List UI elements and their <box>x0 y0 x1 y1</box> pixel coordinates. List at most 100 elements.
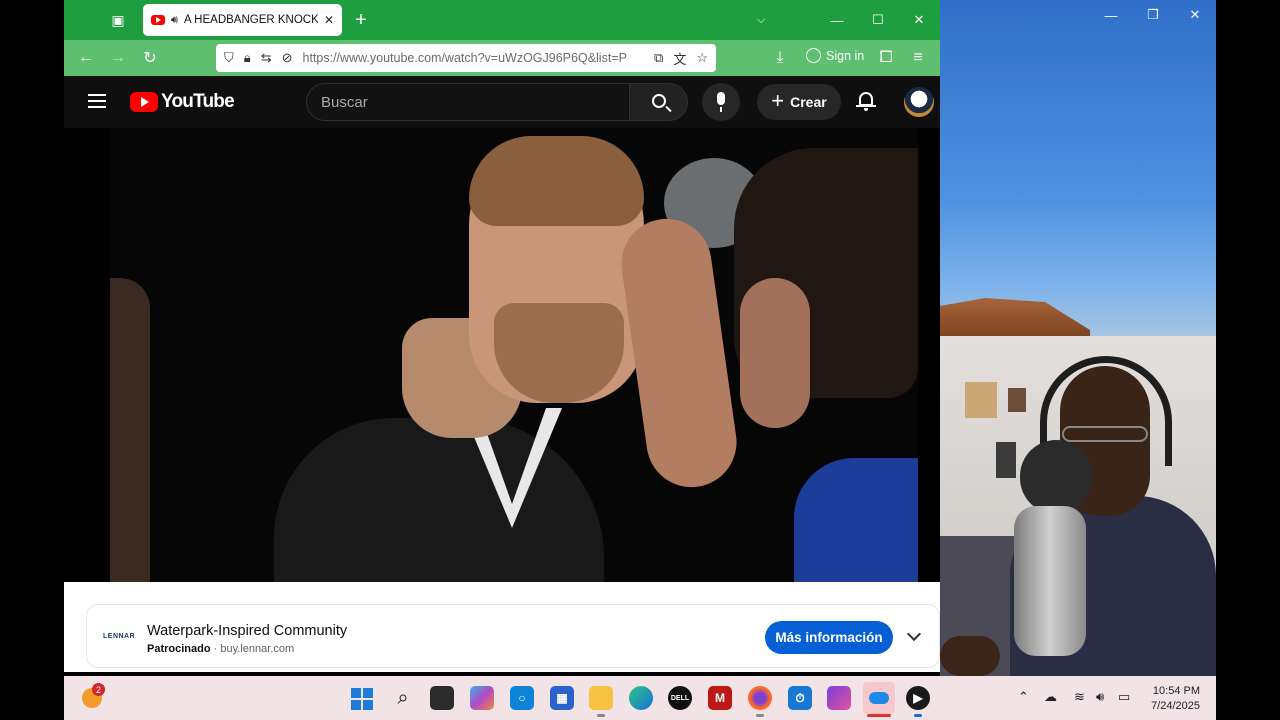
browser-window: ▣ 🔊︎ A HEADBANGER KNOCKOUT ✕ + ⌵ — ☐ ✕ ←… <box>64 0 940 672</box>
chevron-down-icon[interactable] <box>906 626 922 642</box>
webcam-overlay <box>940 336 1216 676</box>
video-left-figure <box>110 278 150 582</box>
alarm-icon[interactable]: ⏱ <box>788 686 812 710</box>
firefox-active-indicator <box>756 714 764 717</box>
translate-icon[interactable]: 文 <box>673 49 686 68</box>
voice-search-button[interactable] <box>702 83 740 121</box>
tab-overview-icon[interactable]: ▣ <box>108 10 128 30</box>
fighter-shirt <box>274 418 604 582</box>
slapper-shirt <box>794 458 918 582</box>
onedrive-active-indicator <box>867 714 891 717</box>
wall-photo <box>1008 388 1026 412</box>
slapper-face <box>740 278 810 428</box>
fighter-hair <box>469 136 644 226</box>
account-icon <box>806 48 821 63</box>
file-explorer-icon[interactable] <box>589 686 613 710</box>
desktop-window-controls: — ❐ ✕ <box>1090 0 1216 30</box>
user-avatar[interactable] <box>904 87 934 117</box>
ad-banner[interactable]: LENNAR Waterpark-Inspired Community Patr… <box>86 604 940 668</box>
weather-badge: 2 <box>92 683 105 696</box>
bookmark-star-icon[interactable]: ☆ <box>696 50 708 66</box>
microphone-icon <box>717 92 725 112</box>
tab-bar: ▣ 🔊︎ A HEADBANGER KNOCKOUT ✕ + ⌵ — ☐ ✕ <box>64 0 940 40</box>
shield-icon[interactable]: ⛉ <box>224 50 234 66</box>
ad-title[interactable]: Waterpark-Inspired Community <box>147 623 347 639</box>
volume-icon[interactable]: 🔊︎ <box>1096 689 1104 705</box>
wall-picture <box>996 442 1016 478</box>
tray-chevron-icon[interactable]: ⌃ <box>1018 689 1029 705</box>
autoplay-blocked-icon[interactable]: ⊘ <box>282 50 293 66</box>
youtube-header: YouTube + Crear <box>64 76 940 128</box>
ad-separator: · <box>213 643 218 655</box>
onedrive-button[interactable] <box>863 682 895 714</box>
wifi-icon[interactable]: ≋ <box>1074 689 1085 705</box>
onedrive-tray-icon[interactable]: ☁ <box>1044 689 1057 705</box>
notifications-bell-icon[interactable] <box>856 90 876 112</box>
ad-brand-logo: LENNAR <box>103 633 136 640</box>
youtube-play-icon <box>130 92 158 112</box>
extensions-icon[interactable]: ⧠ <box>876 48 896 68</box>
obs-icon[interactable]: ▶ <box>906 686 930 710</box>
tab-close-icon[interactable]: ✕ <box>324 13 334 27</box>
tab-title: A HEADBANGER KNOCKOUT <box>183 14 318 26</box>
clock[interactable]: 10:54 PM 7/24/2025 <box>1144 684 1200 714</box>
microphone-head <box>1020 440 1092 514</box>
minimize-icon[interactable]: — <box>1090 0 1132 30</box>
wall-poster <box>965 382 997 418</box>
firefox-icon[interactable] <box>748 686 772 710</box>
search-input[interactable] <box>306 83 630 121</box>
youtube-favicon-icon <box>151 15 165 25</box>
video-pillarbox-left <box>64 128 110 582</box>
close-window-icon[interactable]: ✕ <box>899 0 939 40</box>
desktop-wallpaper <box>940 0 1216 336</box>
menu-icon[interactable]: ≡ <box>908 48 928 68</box>
clipchamp-icon[interactable] <box>827 686 851 710</box>
taskbar: 2 ⌕ ○ ▦ DELL M ⏱ ▶ ⌃ ☁ ≋ 🔊︎ ▭ 10:54 PM 7… <box>64 676 1216 720</box>
start-icon[interactable] <box>351 688 373 710</box>
file-explorer-active-indicator <box>597 714 605 717</box>
address-bar[interactable]: ⛉ 🔒︎ ⇆ ⊘ https://www.youtube.com/watch?v… <box>216 44 716 72</box>
dell-icon[interactable]: DELL <box>668 686 692 710</box>
ad-meta: Patrocinado · buy.lennar.com <box>147 643 294 655</box>
search-icon <box>652 94 666 108</box>
tab-list-chevron-icon[interactable]: ⌵ <box>741 0 781 40</box>
glasses <box>1062 426 1148 442</box>
slapper-arm <box>615 213 743 493</box>
microphone-body <box>1014 506 1086 656</box>
reload-icon[interactable]: ↻ <box>140 48 160 68</box>
sign-in-button[interactable]: Sign in <box>806 48 864 63</box>
cortana-icon[interactable]: ○ <box>510 686 534 710</box>
battery-icon[interactable]: ▭ <box>1118 689 1130 705</box>
ad-more-info-button[interactable]: Más información <box>765 621 893 654</box>
clock-time: 10:54 PM <box>1152 685 1200 697</box>
new-tab-icon[interactable]: + <box>351 9 371 31</box>
tab-youtube[interactable]: 🔊︎ A HEADBANGER KNOCKOUT ✕ <box>143 4 342 36</box>
speaker-icon[interactable]: 🔊︎ <box>171 14 178 27</box>
forward-icon[interactable]: → <box>108 48 128 68</box>
search-icon[interactable]: ⌕ <box>391 686 415 710</box>
create-button[interactable]: + Crear <box>757 84 841 120</box>
maximize-icon[interactable]: ☐ <box>858 0 898 40</box>
mcafee-icon[interactable]: M <box>708 686 732 710</box>
navigation-bar: ← → ↻ ⛉ 🔒︎ ⇆ ⊘ https://www.youtube.com/w… <box>64 40 940 76</box>
picture-in-picture-icon[interactable]: ⧉ <box>654 50 663 66</box>
youtube-logo-text: YouTube <box>161 91 235 112</box>
url-text[interactable]: https://www.youtube.com/watch?v=uWzOGJ96… <box>303 51 645 65</box>
downloads-icon[interactable]: ⤓ <box>770 48 790 68</box>
edge-icon[interactable] <box>629 686 653 710</box>
task-view-icon[interactable] <box>430 686 454 710</box>
lock-icon[interactable]: 🔒︎ <box>244 50 251 66</box>
restore-icon[interactable]: ❐ <box>1132 0 1174 30</box>
video-player[interactable] <box>64 128 940 582</box>
onedrive-icon <box>869 692 889 704</box>
guide-menu-icon[interactable] <box>88 94 106 108</box>
minimize-icon[interactable]: — <box>817 0 857 40</box>
permissions-icon[interactable]: ⇆ <box>261 50 272 66</box>
youtube-logo[interactable]: YouTube <box>130 91 235 113</box>
store-icon[interactable]: ▦ <box>550 686 574 710</box>
plus-icon: + <box>771 88 785 113</box>
copilot-icon[interactable] <box>470 686 494 710</box>
back-icon[interactable]: ← <box>76 48 96 68</box>
close-icon[interactable]: ✕ <box>1174 0 1216 30</box>
search-button[interactable] <box>629 83 688 121</box>
